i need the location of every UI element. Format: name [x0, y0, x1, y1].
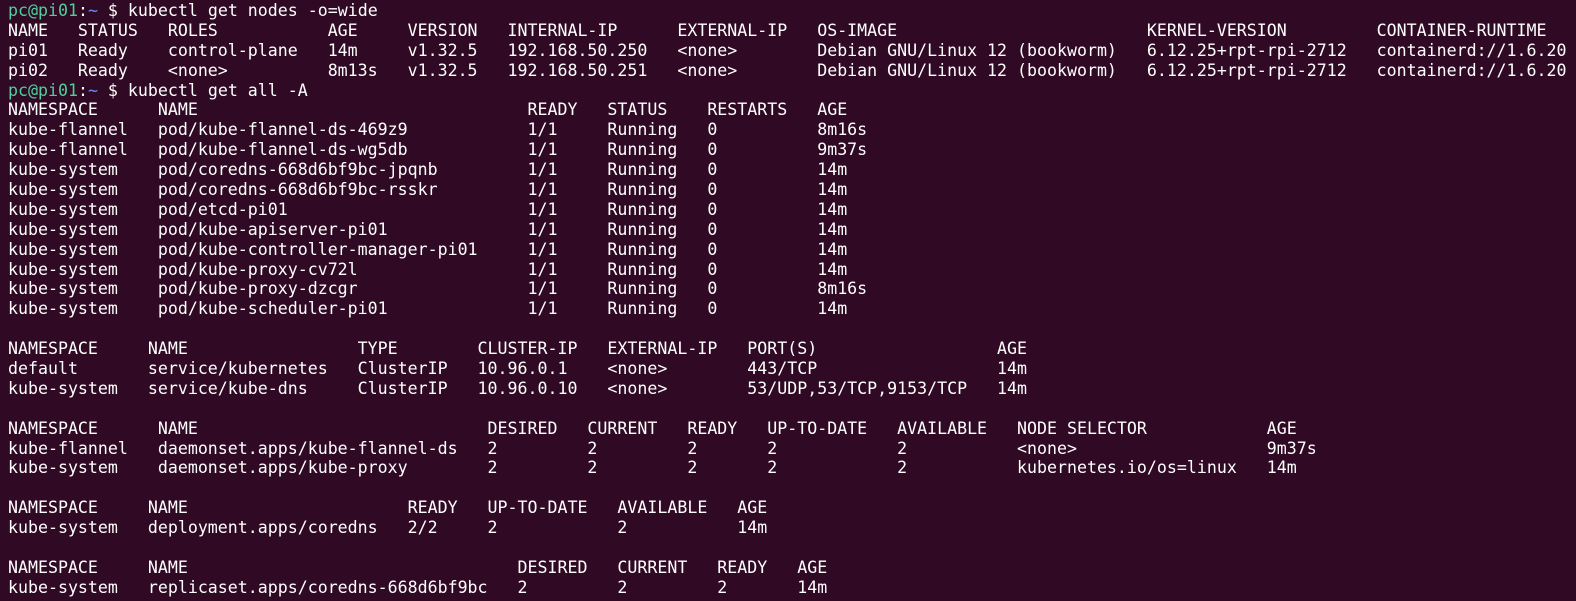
output-line: kube-system deployment.apps/coredns 2/2 … [8, 518, 768, 538]
output-line: default service/kubernetes ClusterIP 10.… [8, 359, 1028, 379]
command-text: kubectl get all -A [127, 80, 308, 100]
output-line: NAMESPACE NAME READY UP-TO-DATE AVAILABL… [8, 498, 768, 518]
output-line: kube-system daemonset.apps/kube-proxy 2 … [8, 458, 1297, 478]
command-text: kubectl get nodes -o=wide [127, 1, 378, 20]
terminal-window[interactable]: pc@pi01:~ $ kubectl get nodes -o=wide NA… [0, 0, 1576, 601]
output-line: NAME STATUS ROLES AGE VERSION INTERNAL-I… [8, 20, 1547, 40]
output-line: NAMESPACE NAME DESIRED CURRENT READY AGE [8, 557, 828, 577]
command-line: pc@pi01:~ $ kubectl get nodes -o=wide [8, 1, 1576, 21]
prompt-symbol: $ [97, 80, 128, 100]
output-line: kube-system pod/kube-proxy-dzcgr 1/1 Run… [8, 279, 868, 299]
output-line: pi01 Ready control-plane 14m v1.32.5 192… [8, 40, 1567, 60]
output-line: NAMESPACE NAME TYPE CLUSTER-IP EXTERNAL-… [8, 339, 1028, 359]
output-line: NAMESPACE NAME DESIRED CURRENT READY UP-… [8, 418, 1297, 438]
prompt-symbol: $ [97, 1, 128, 20]
prompt-path: ~ [87, 1, 98, 20]
output-line: kube-system pod/kube-scheduler-pi01 1/1 … [8, 299, 848, 319]
prompt-colon: : [77, 1, 88, 20]
output-line: kube-flannel pod/kube-flannel-ds-469z9 1… [8, 120, 868, 140]
output-line: kube-system pod/kube-proxy-cv72l 1/1 Run… [8, 259, 848, 279]
output-line: kube-system pod/coredns-668d6bf9bc-rsskr… [8, 180, 848, 200]
output-line: kube-system pod/kube-apiserver-pi01 1/1 … [8, 219, 848, 239]
output-line: kube-system pod/coredns-668d6bf9bc-jpqnb… [8, 160, 848, 180]
output-line: kube-flannel daemonset.apps/kube-flannel… [8, 438, 1317, 458]
output-line: pi02 Ready <none> 8m13s v1.32.5 192.168.… [8, 60, 1567, 80]
output-line: kube-system replicaset.apps/coredns-668d… [8, 577, 828, 597]
prompt-user-host: pc@pi01 [8, 80, 78, 100]
output-line: kube-system pod/kube-controller-manager-… [8, 239, 848, 259]
prompt-colon: : [77, 80, 88, 100]
prompt-user-host: pc@pi01 [8, 1, 78, 20]
output-line: kube-system pod/etcd-pi01 1/1 Running 0 … [8, 199, 848, 219]
prompt-path: ~ [87, 80, 98, 100]
command-line: pc@pi01:~ $ kubectl get all -A [8, 81, 1576, 101]
output-line: kube-flannel pod/kube-flannel-ds-wg5db 1… [8, 140, 868, 160]
output-line: kube-system service/kube-dns ClusterIP 1… [8, 378, 1028, 398]
output-line: NAMESPACE NAME READY STATUS RESTARTS AGE [8, 100, 848, 120]
